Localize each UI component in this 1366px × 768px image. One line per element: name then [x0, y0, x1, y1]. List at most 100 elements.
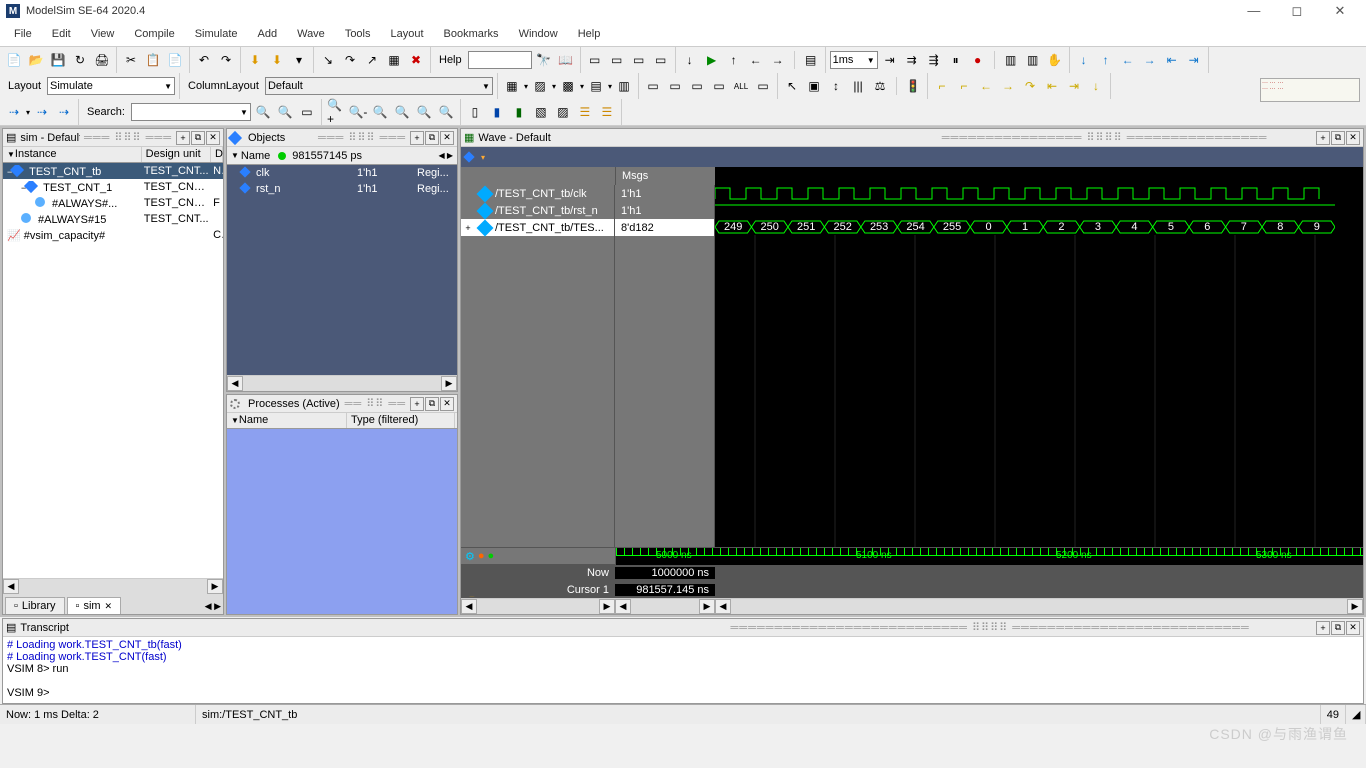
wave-add-button[interactable]: + — [1316, 131, 1330, 145]
nav6-icon[interactable]: ⇥ — [1184, 50, 1204, 70]
y5-icon[interactable]: ↷ — [1020, 76, 1040, 96]
cut-icon[interactable]: ✂ — [121, 50, 141, 70]
columnlayout-combo[interactable]: Default▼ — [265, 77, 493, 95]
sim-undock-button[interactable]: ⧉ — [191, 131, 205, 145]
zoom-cursor-icon[interactable]: 🔍 — [414, 102, 434, 122]
y6-icon[interactable]: ⇤ — [1042, 76, 1062, 96]
branch1-icon[interactable]: ⇢ — [4, 102, 24, 122]
wave-plot-area[interactable]: 2492502512522532542550123456789 — [715, 185, 1363, 547]
obj-undock-button[interactable]: ⧉ — [425, 131, 439, 145]
zoom-fit-icon[interactable]: 🔍 — [392, 102, 412, 122]
sim-col-header[interactable]: D — [211, 147, 223, 162]
grp-a-icon[interactable]: ▦ — [502, 76, 522, 96]
zoom-out-icon[interactable]: 🔍- — [348, 102, 368, 122]
sim-tree-row[interactable]: 📈 #vsim_capacity#C — [3, 227, 223, 243]
undo-icon[interactable]: ↶ — [194, 50, 214, 70]
wm-scroll-right[interactable]: ▶ — [699, 599, 715, 614]
y7-icon[interactable]: ⇥ — [1064, 76, 1084, 96]
binoculars-icon[interactable]: 🔭 — [534, 50, 554, 70]
tab-library[interactable]: ▫Library — [5, 597, 65, 614]
tab-sim[interactable]: ▫sim ✕ — [67, 597, 122, 614]
zoom-in-icon[interactable]: 🔍+ — [326, 102, 346, 122]
sim-close-button[interactable]: ✕ — [206, 131, 220, 145]
next-icon[interactable]: → — [768, 50, 788, 70]
menu-simulate[interactable]: Simulate — [185, 25, 248, 43]
wn-scroll-left[interactable]: ◀ — [461, 599, 477, 614]
find-opt-icon[interactable]: ▭ — [297, 102, 317, 122]
run-cont-icon[interactable]: ⇶ — [924, 50, 944, 70]
zoom-full-icon[interactable]: 🔍 — [370, 102, 390, 122]
maximize-button[interactable]: ◻ — [1277, 3, 1317, 19]
wave-signal-row[interactable]: /TEST_CNT_tb/clk — [461, 185, 614, 202]
menu-bookmarks[interactable]: Bookmarks — [434, 25, 509, 43]
copy-icon[interactable]: 📋 — [143, 50, 163, 70]
sim-add-button[interactable]: + — [176, 131, 190, 145]
run-step-icon[interactable]: ⇥ — [880, 50, 900, 70]
wn-scroll-right[interactable]: ▶ — [599, 599, 615, 614]
transcript-body[interactable]: # Loading work.TEST_CNT_tb(fast)# Loadin… — [3, 637, 1363, 703]
new-icon[interactable]: 📄 — [4, 50, 24, 70]
sim-scroll-right[interactable]: ▶ — [207, 579, 223, 594]
scale-icon[interactable]: ⚖ — [870, 76, 890, 96]
y1-icon[interactable]: ⌐ — [932, 76, 952, 96]
nav4-icon[interactable]: → — [1140, 50, 1160, 70]
menu-file[interactable]: File — [4, 25, 42, 43]
traffic-icon[interactable]: 🚦 — [903, 76, 923, 96]
obj-scroll-track[interactable] — [243, 376, 441, 391]
restart-icon[interactable]: ↓ — [680, 50, 700, 70]
y8-icon[interactable]: ↓ — [1086, 76, 1106, 96]
menu-compile[interactable]: Compile — [124, 25, 184, 43]
tr-close-button[interactable]: ✕ — [1346, 621, 1360, 635]
layer2-icon[interactable]: ▭ — [607, 50, 627, 70]
close-button[interactable]: ✕ — [1320, 3, 1360, 19]
wave2-icon[interactable]: ▥ — [1023, 50, 1043, 70]
menu-wave[interactable]: Wave — [287, 25, 335, 43]
run-all-icon[interactable]: ⇉ — [902, 50, 922, 70]
nav2-icon[interactable]: ↑ — [1096, 50, 1116, 70]
grp-c-icon[interactable]: ▩ — [558, 76, 578, 96]
print-icon[interactable]: 🖨 — [92, 50, 112, 70]
nav3-icon[interactable]: ← — [1118, 50, 1138, 70]
compile-opts-icon[interactable]: ▾ — [289, 50, 309, 70]
status-resize-icon[interactable]: ◢ — [1352, 708, 1360, 721]
stop2-icon[interactable]: ● — [968, 50, 988, 70]
break-icon[interactable]: ⏸ — [946, 50, 966, 70]
compile-icon[interactable]: ⬇ — [245, 50, 265, 70]
obj-scroll-left[interactable]: ◀ — [227, 376, 243, 391]
updown-icon[interactable]: ↕ — [826, 76, 846, 96]
wave-tb-icon1[interactable] — [463, 151, 474, 162]
paste-icon[interactable]: 📄 — [165, 50, 185, 70]
tr-add-button[interactable]: + — [1316, 621, 1330, 635]
menu-add[interactable]: Add — [248, 25, 288, 43]
open-icon[interactable]: 📂 — [26, 50, 46, 70]
menu-edit[interactable]: Edit — [42, 25, 81, 43]
shape3-icon[interactable]: ▭ — [687, 76, 707, 96]
y4-icon[interactable]: → — [998, 76, 1018, 96]
sel-rect-icon[interactable]: ▣ — [804, 76, 824, 96]
wp-scroll-right[interactable]: ▶ — [1347, 599, 1363, 614]
redo-icon[interactable]: ↷ — [216, 50, 236, 70]
branch3-icon[interactable]: ⇢ — [54, 102, 74, 122]
save-icon[interactable]: 💾 — [48, 50, 68, 70]
wm-scroll-left[interactable]: ◀ — [615, 599, 631, 614]
wave1-icon[interactable]: ▥ — [1001, 50, 1021, 70]
layer3-icon[interactable]: ▭ — [629, 50, 649, 70]
book-icon[interactable]: 📖 — [556, 50, 576, 70]
y3-icon[interactable]: ← — [976, 76, 996, 96]
menu-tools[interactable]: Tools — [335, 25, 381, 43]
obj-add-button[interactable]: + — [410, 131, 424, 145]
shape5-icon[interactable]: ▭ — [753, 76, 773, 96]
refresh-icon[interactable]: ↻ — [70, 50, 90, 70]
obj-close-button[interactable]: ✕ — [440, 131, 454, 145]
obj-scroll-right[interactable]: ▶ — [441, 376, 457, 391]
prev-icon[interactable]: ← — [746, 50, 766, 70]
wave-signal-row[interactable]: /TEST_CNT_tb/rst_n — [461, 202, 614, 219]
grp-d-icon[interactable]: ▤ — [586, 76, 606, 96]
wp-scroll-left[interactable]: ◀ — [715, 599, 731, 614]
grp-b-icon[interactable]: ▨ — [530, 76, 550, 96]
tr-undock-button[interactable]: ⧉ — [1331, 621, 1345, 635]
grid-icon[interactable]: ▦ — [384, 50, 404, 70]
shape4-icon[interactable]: ▭ — [709, 76, 729, 96]
branch2-icon[interactable]: ⇢ — [32, 102, 52, 122]
sim-scroll-left[interactable]: ◀ — [3, 579, 19, 594]
